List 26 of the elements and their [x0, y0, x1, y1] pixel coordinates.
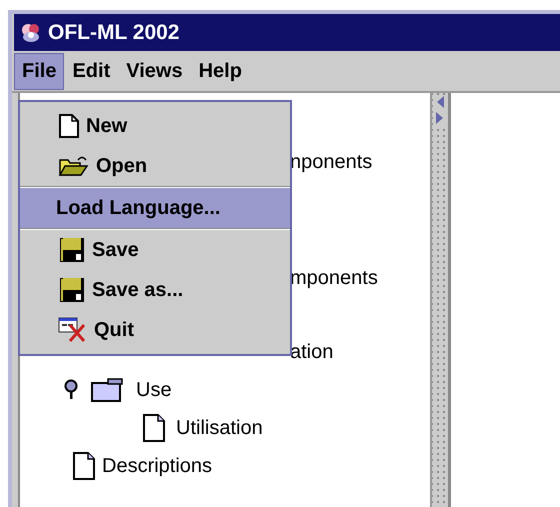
menu-entry[interactable]: Load Language... [20, 188, 290, 228]
document-icon [72, 451, 96, 481]
collapse-left-icon[interactable] [435, 95, 445, 109]
menu-item[interactable]: Edit [64, 52, 118, 90]
tree-item[interactable]: ation [290, 340, 334, 364]
folder-icon [90, 377, 124, 403]
expand-handle-icon[interactable] [64, 379, 78, 401]
menu-entry[interactable]: Open [20, 146, 290, 186]
tree-item[interactable]: nponents [290, 150, 372, 174]
tree-item[interactable]: mponents [290, 266, 378, 290]
tree-item[interactable]: Utilisation [176, 416, 263, 440]
menu-entry[interactable]: Save [20, 230, 290, 270]
document-icon [142, 413, 166, 443]
quit-icon [58, 317, 88, 343]
window-title: OFL-ML 2002 [48, 20, 180, 44]
new-document-icon [58, 113, 80, 139]
menu-item[interactable]: File [14, 52, 64, 90]
open-folder-icon [58, 154, 90, 178]
app-icon [20, 22, 42, 44]
menu-item[interactable]: Views [118, 52, 191, 90]
menu-entry[interactable]: New [20, 106, 290, 146]
menu-entry[interactable]: Save as... [20, 270, 290, 310]
tree-item[interactable]: Descriptions [102, 454, 212, 478]
menu-entry[interactable]: Quit [20, 310, 290, 350]
tree-item[interactable]: Use [136, 378, 172, 402]
menu-item[interactable]: Help [190, 52, 250, 90]
